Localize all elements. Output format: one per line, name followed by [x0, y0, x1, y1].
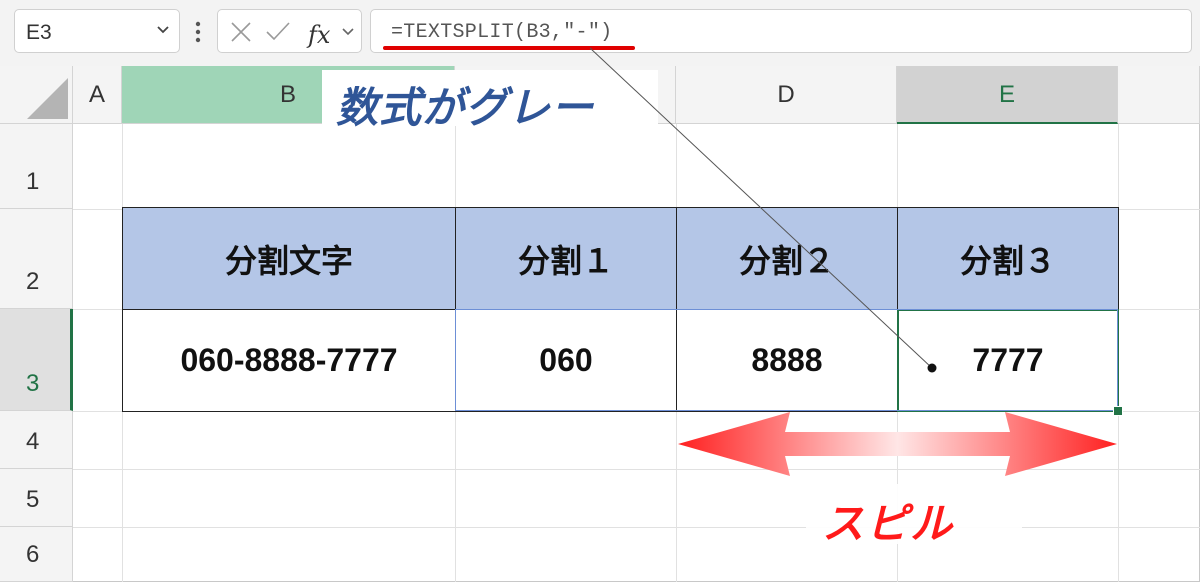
annotation-spill: スピル — [822, 500, 955, 547]
pointer-dot — [927, 363, 937, 373]
spill-double-arrow-icon — [678, 412, 1117, 476]
pointer-line — [589, 47, 933, 369]
annotation-overlay — [589, 47, 1117, 544]
